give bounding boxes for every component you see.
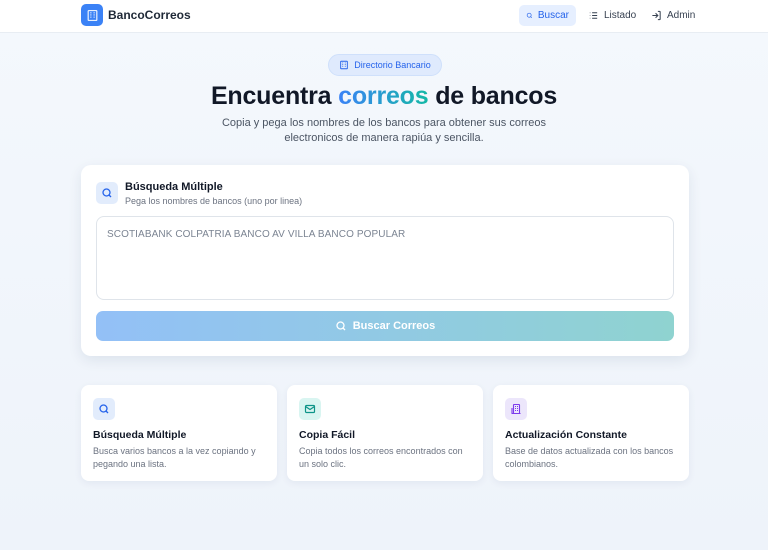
building-icon <box>511 403 521 415</box>
login-icon <box>652 10 661 21</box>
search-icon <box>99 404 109 414</box>
search-icon <box>526 12 532 19</box>
nav-listado[interactable]: Listado <box>581 5 643 26</box>
feature-title: Actualización Constante <box>505 429 627 441</box>
badge-label: Directorio Bancario <box>354 60 431 70</box>
logo[interactable] <box>81 4 103 26</box>
nav-buscar[interactable]: Buscar <box>519 5 576 26</box>
title-after: de bancos <box>428 82 558 110</box>
list-icon <box>589 12 598 19</box>
page-subtitle: Copia y pega los nombres de los bancos p… <box>221 117 547 144</box>
mail-icon <box>304 404 316 414</box>
feature-card-multiple-search: Búsqueda Múltiple Busca varios bancos a … <box>81 385 277 481</box>
bank-names-input[interactable] <box>96 216 674 300</box>
search-emails-button-label: Buscar Correos <box>352 320 436 332</box>
search-emails-button[interactable]: Buscar Correos <box>96 311 674 341</box>
nav-admin-label: Admin <box>667 10 696 21</box>
title-accent: correos <box>338 82 429 110</box>
feature-icon-box <box>505 398 527 420</box>
nav-buscar-label: Buscar <box>537 10 569 21</box>
feature-card-easy-copy: Copia Fácil Copia todos los correos enco… <box>287 385 483 481</box>
search-card-subtitle: Pega los nombres de bancos (uno por line… <box>125 196 303 206</box>
search-card-icon-box <box>96 182 118 204</box>
search-icon <box>336 321 346 331</box>
title-before: Encuentra <box>210 82 339 110</box>
search-card-title: Búsqueda Múltiple <box>125 181 223 193</box>
top-header: BancoCorreos Buscar Listado Admin <box>0 0 768 33</box>
brand-name[interactable]: BancoCorreos <box>108 8 191 22</box>
feature-description: Base de datos actualizada con los bancos… <box>505 446 674 469</box>
bank-icon <box>340 60 349 70</box>
bank-icon <box>87 9 97 21</box>
feature-title: Búsqueda Múltiple <box>93 429 187 441</box>
directory-badge: Directorio Bancario <box>328 54 442 76</box>
feature-card-constant-update: Actualización Constante Base de datos ac… <box>493 385 689 481</box>
feature-description: Busca varios bancos a la vez copiando y … <box>93 446 256 469</box>
search-icon <box>102 188 112 198</box>
feature-icon-box <box>93 398 115 420</box>
nav-listado-label: Listado <box>604 10 637 21</box>
feature-description: Copia todos los correos encontrados con … <box>299 446 463 469</box>
nav-admin[interactable]: Admin <box>644 5 702 26</box>
page-title: Encuentra correos de bancos <box>0 82 768 111</box>
feature-title: Copia Fácil <box>299 429 356 441</box>
search-card: Búsqueda Múltiple Pega los nombres de ba… <box>81 165 689 356</box>
feature-icon-box <box>299 398 321 420</box>
